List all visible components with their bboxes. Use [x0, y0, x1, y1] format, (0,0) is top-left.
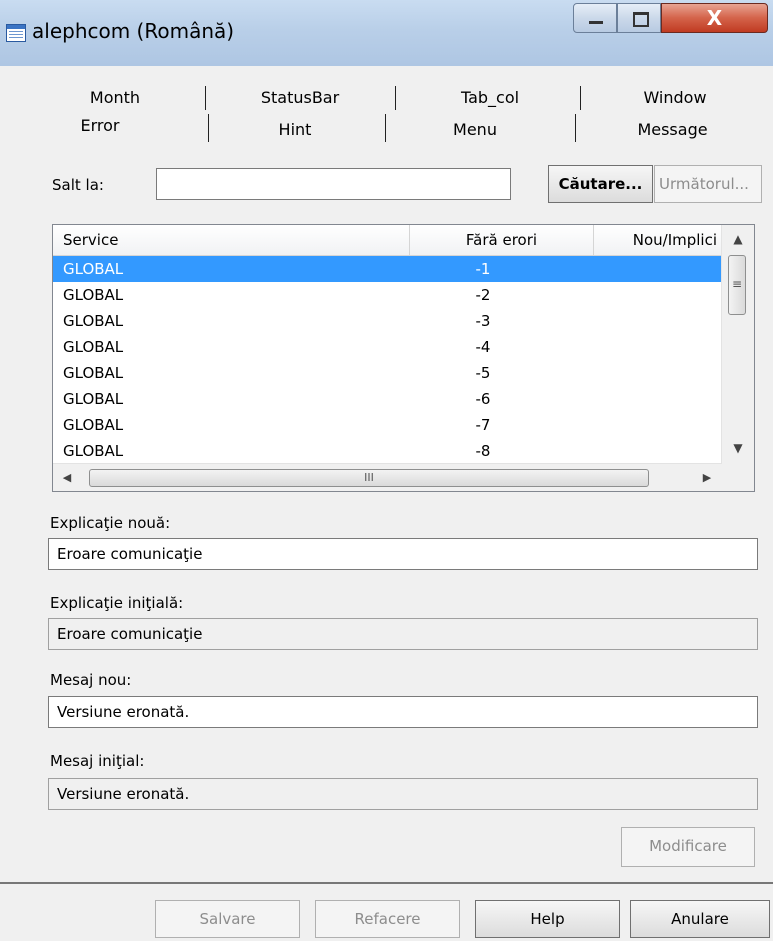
divider: [0, 882, 773, 884]
tab-tab-col[interactable]: Tab_col: [405, 84, 575, 112]
initial-explanation-field: Eroare comunicaţie: [48, 618, 758, 650]
search-button[interactable]: Căutare...: [548, 165, 653, 203]
cell-code: -5: [475, 364, 491, 382]
initial-explanation-label: Explicaţie iniţială:: [50, 594, 184, 612]
minimize-button[interactable]: [573, 3, 617, 33]
new-explanation-label: Explicaţie nouă:: [50, 514, 171, 532]
cell-code: -4: [475, 338, 491, 356]
column-header-nou-implicit[interactable]: Nou/Implici: [594, 225, 723, 255]
cell-code: -3: [475, 312, 491, 330]
cell-code: -8: [475, 442, 491, 460]
cell-code: -7: [475, 416, 491, 434]
maximize-button[interactable]: [617, 3, 661, 33]
close-button[interactable]: X: [661, 3, 768, 33]
cell-service: GLOBAL: [63, 442, 124, 460]
scroll-up-icon[interactable]: ▲: [722, 228, 754, 250]
tab-divider: [580, 86, 581, 110]
cancel-button[interactable]: Anulare: [630, 900, 770, 938]
tab-window[interactable]: Window: [590, 84, 760, 112]
tab-divider: [395, 86, 396, 110]
cell-service: GLOBAL: [63, 286, 124, 304]
help-button[interactable]: Help: [475, 900, 620, 938]
column-header-fara-erori[interactable]: Fără erori: [410, 225, 594, 255]
minimize-icon: [589, 21, 603, 24]
initial-message-label: Mesaj iniţial:: [50, 752, 145, 770]
vertical-scrollbar[interactable]: ▲ ≡ ▼: [721, 225, 754, 463]
tab-statusbar[interactable]: StatusBar: [215, 84, 385, 112]
table-row[interactable]: GLOBAL -5: [53, 360, 723, 386]
save-button[interactable]: Salvare: [155, 900, 300, 938]
undo-button[interactable]: Refacere: [315, 900, 460, 938]
table-row[interactable]: GLOBAL -8: [53, 438, 723, 464]
cell-code: -1: [475, 260, 491, 278]
column-header-service[interactable]: Service: [53, 225, 410, 255]
goto-input[interactable]: [156, 168, 511, 200]
table-row[interactable]: GLOBAL -3: [53, 308, 723, 334]
modify-button[interactable]: Modificare: [621, 827, 755, 867]
scroll-thumb[interactable]: ≡: [728, 255, 746, 315]
table-row[interactable]: GLOBAL -7: [53, 412, 723, 438]
horizontal-scroll-thumb[interactable]: III: [89, 469, 649, 487]
scroll-corner: [722, 463, 754, 491]
app-icon: [6, 24, 26, 42]
table-row[interactable]: GLOBAL -1: [53, 256, 723, 282]
cell-code: -2: [475, 286, 491, 304]
cell-service: GLOBAL: [63, 312, 124, 330]
initial-message-field: Versiune eronată.: [48, 778, 758, 810]
new-explanation-input[interactable]: Eroare comunicaţie: [48, 538, 758, 570]
error-list[interactable]: Service Fără erori Nou/Implici GLOBAL -1 G…: [52, 224, 755, 492]
tab-menu[interactable]: Menu: [390, 116, 560, 144]
tab-hint[interactable]: Hint: [210, 116, 380, 144]
new-message-input[interactable]: Versiune eronată.: [48, 696, 758, 728]
scroll-down-icon[interactable]: ▼: [722, 437, 754, 459]
cell-service: GLOBAL: [63, 364, 124, 382]
goto-label: Salt la:: [52, 176, 104, 194]
window-title: alephcom (Română): [32, 19, 235, 43]
scroll-left-icon[interactable]: ◀: [55, 464, 79, 491]
list-header: Service Fără erori Nou/Implici: [53, 225, 723, 256]
tab-divider: [385, 114, 386, 142]
tab-message[interactable]: Message: [585, 116, 760, 144]
next-button[interactable]: Următorul...: [654, 165, 762, 203]
cell-service: GLOBAL: [63, 260, 124, 278]
cell-service: GLOBAL: [63, 416, 124, 434]
list-rows: GLOBAL -1 GLOBAL -2 GLOBAL -3 GLOBAL -4 GLOBAL -5…: [53, 256, 723, 464]
maximize-icon: [633, 12, 649, 27]
table-row[interactable]: GLOBAL -2: [53, 282, 723, 308]
tab-divider: [575, 114, 576, 142]
tab-divider: [208, 114, 209, 142]
cell-service: GLOBAL: [63, 338, 124, 356]
scroll-right-icon[interactable]: ▶: [695, 464, 719, 491]
cell-service: GLOBAL: [63, 390, 124, 408]
tab-divider: [205, 86, 206, 110]
table-row[interactable]: GLOBAL -6: [53, 386, 723, 412]
tab-month[interactable]: Month: [45, 84, 185, 112]
tab-error[interactable]: Error: [20, 112, 180, 140]
close-icon: X: [706, 6, 723, 30]
cell-code: -6: [475, 390, 491, 408]
new-message-label: Mesaj nou:: [50, 671, 132, 689]
horizontal-scrollbar[interactable]: ◀ III ▶: [53, 463, 723, 491]
title-bar: alephcom (Română) X: [0, 0, 773, 66]
table-row[interactable]: GLOBAL -4: [53, 334, 723, 360]
